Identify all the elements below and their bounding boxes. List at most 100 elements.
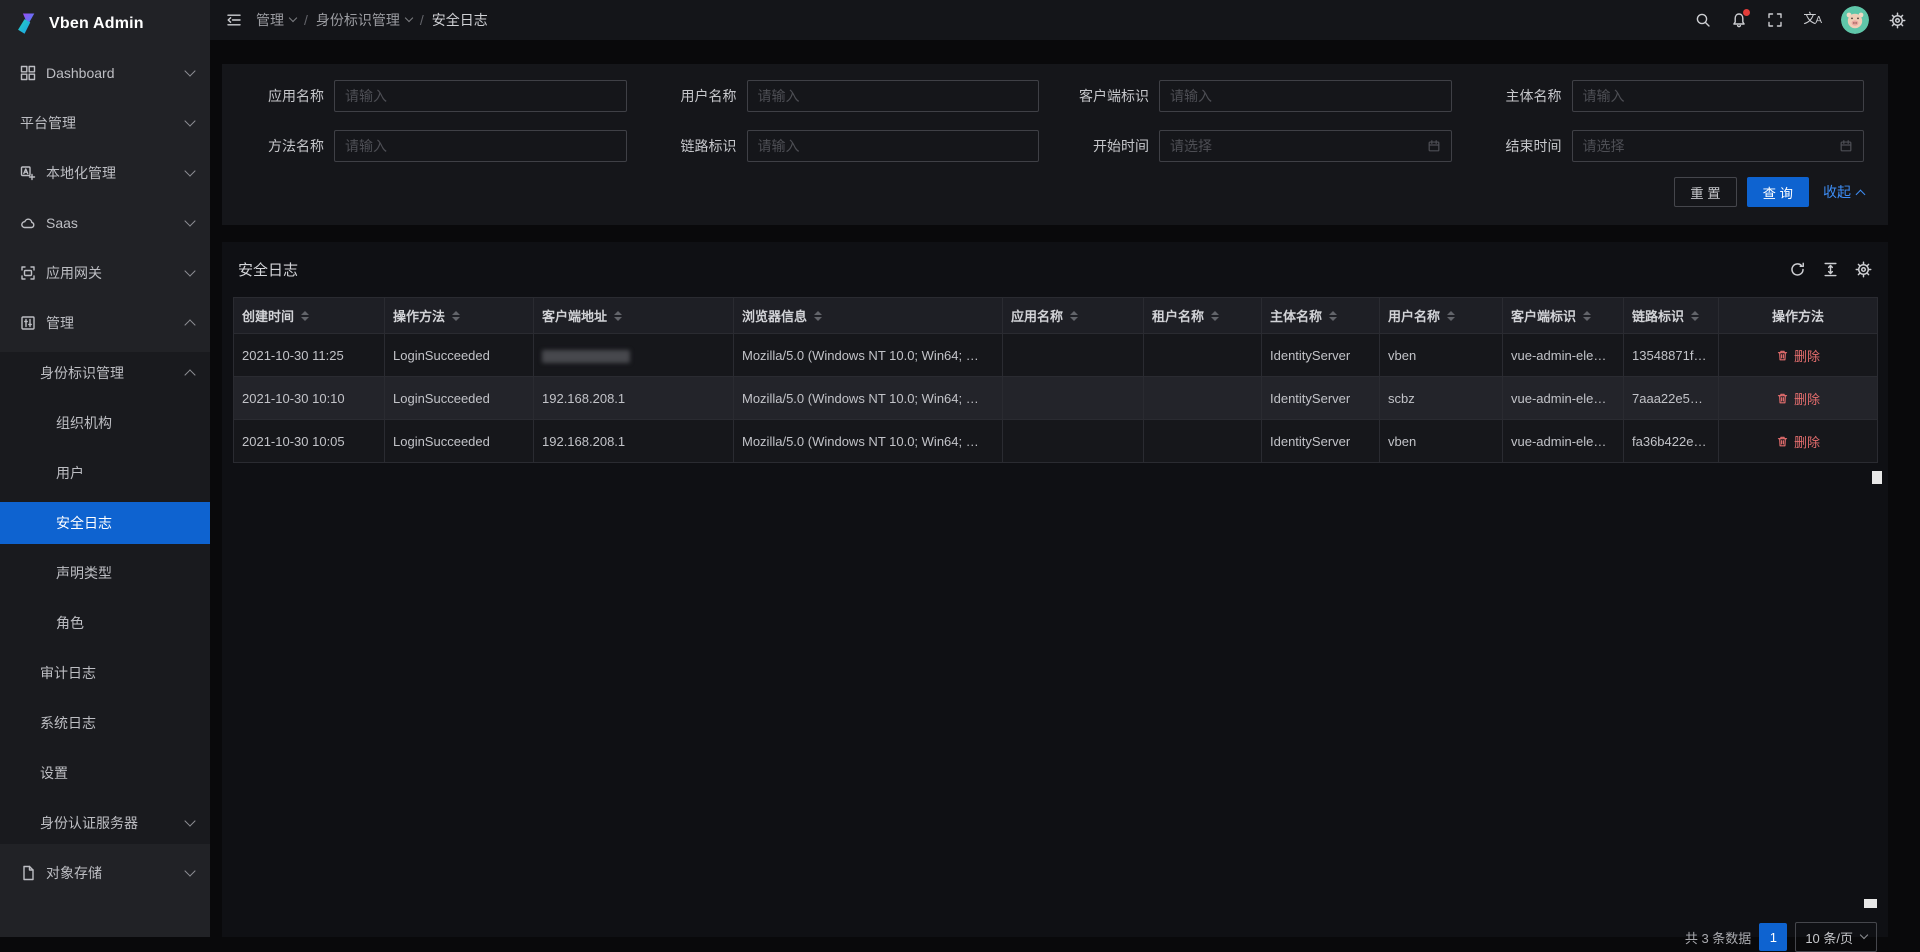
gateway-icon [20, 265, 36, 281]
delete-icon [1776, 435, 1789, 448]
delete-button[interactable]: 删除 [1776, 346, 1820, 365]
table-cell [1003, 377, 1144, 420]
sidebar-item[interactable]: 身份标识管理 [0, 352, 210, 394]
sidebar-item-label: 身份认证服务器 [40, 813, 138, 833]
notification-bell-icon[interactable] [1731, 12, 1747, 28]
page-size-select[interactable]: 10 条/页 [1795, 922, 1877, 952]
pagination-page-1[interactable]: 1 [1759, 923, 1787, 951]
sidebar-item-label: 系统日志 [40, 713, 96, 733]
breadcrumb-item[interactable]: 管理 [256, 10, 296, 30]
column-header-inner[interactable]: 用户名称 [1388, 306, 1455, 325]
date-picker-input[interactable]: 请选择 [1159, 130, 1452, 162]
sidebar-item-label: Dashboard [46, 65, 115, 81]
sort-icon[interactable] [614, 311, 622, 321]
sort-icon[interactable] [1211, 311, 1219, 321]
horizontal-scrollbar-thumb[interactable] [1864, 899, 1877, 908]
column-header-inner[interactable]: 客户端标识 [1511, 306, 1591, 325]
date-picker-input[interactable]: 请选择 [1572, 130, 1865, 162]
breadcrumb-item[interactable]: 身份标识管理 [316, 10, 412, 30]
sidebar-item[interactable]: 设置 [0, 752, 210, 794]
field-label: 结束时间 [1476, 136, 1562, 156]
breadcrumb: 管理/身份标识管理/安全日志 [256, 10, 488, 30]
column-header-inner[interactable]: 操作方法 [393, 306, 460, 325]
sidebar-item[interactable]: 审计日志 [0, 652, 210, 694]
search-button[interactable]: 查 询 [1747, 177, 1809, 207]
text-input[interactable]: 请输入 [747, 80, 1040, 112]
delete-button[interactable]: 删除 [1776, 389, 1820, 408]
sidebar-item[interactable]: 应用网关 [0, 252, 210, 294]
sidebar-item[interactable]: 安全日志 [0, 502, 210, 544]
saas-icon [20, 215, 36, 231]
sort-icon[interactable] [1583, 311, 1591, 321]
table-cell: vben [1380, 334, 1503, 377]
sidebar-item[interactable]: 平台管理 [0, 102, 210, 144]
table-cell [1003, 334, 1144, 377]
text-input[interactable]: 请输入 [1572, 80, 1865, 112]
sidebar-item[interactable]: 声明类型 [0, 552, 210, 594]
sort-icon[interactable] [1070, 311, 1078, 321]
refresh-icon[interactable] [1789, 261, 1806, 278]
sidebar-item-label: 审计日志 [40, 663, 96, 683]
column-header: 操作方法 [1719, 298, 1878, 334]
table-vertical-scrollbar-thumb[interactable] [1872, 471, 1882, 484]
sidebar-item[interactable]: 对象存储 [0, 852, 210, 894]
column-header-inner[interactable]: 创建时间 [242, 306, 309, 325]
column-header-inner[interactable]: 租户名称 [1152, 306, 1219, 325]
column-header-inner[interactable]: 链路标识 [1632, 306, 1699, 325]
logo[interactable]: Vben Admin [0, 0, 210, 48]
column-settings-icon[interactable] [1855, 261, 1872, 278]
text-input[interactable]: 请输入 [334, 130, 627, 162]
sort-icon[interactable] [814, 311, 822, 321]
text-input[interactable]: 请输入 [1159, 80, 1452, 112]
menu-fold-icon[interactable] [226, 12, 242, 28]
sidebar-item-label: 应用网关 [46, 263, 102, 283]
translate-icon[interactable]: 文A [1803, 11, 1821, 29]
pagination-total: 共 3 条数据 [1685, 928, 1751, 947]
form-field: 链路标识请输入 [651, 130, 1040, 162]
column-header-inner[interactable]: 浏览器信息 [742, 306, 822, 325]
table-cell [1144, 377, 1262, 420]
column-header-label: 租户名称 [1152, 306, 1204, 325]
sort-icon[interactable] [1447, 311, 1455, 321]
sort-icon[interactable] [301, 311, 309, 321]
table-cell: IdentityServer [1262, 334, 1380, 377]
avatar[interactable] [1841, 6, 1869, 34]
sidebar-item[interactable]: 组织机构 [0, 402, 210, 444]
delete-icon [1776, 392, 1789, 405]
column-header: 创建时间 [234, 298, 385, 334]
breadcrumb-separator: / [420, 12, 424, 28]
collapse-link[interactable]: 收起 [1823, 182, 1864, 202]
chevron-up-icon [184, 369, 195, 380]
sidebar-item[interactable]: 本地化管理 [0, 152, 210, 194]
settings-gear-icon[interactable] [1889, 12, 1906, 29]
breadcrumb-item[interactable]: 安全日志 [432, 10, 488, 30]
text-input[interactable]: 请输入 [334, 80, 627, 112]
sort-icon[interactable] [1691, 311, 1699, 321]
fullscreen-icon[interactable] [1767, 12, 1783, 28]
column-header-inner[interactable]: 客户端地址 [542, 306, 622, 325]
table-cell: IdentityServer [1262, 377, 1380, 420]
sort-icon[interactable] [1329, 311, 1337, 321]
input-placeholder: 请输入 [758, 86, 800, 106]
text-input[interactable]: 请输入 [747, 130, 1040, 162]
sidebar-item[interactable]: 管理 [0, 302, 210, 344]
sidebar-item[interactable]: 身份认证服务器 [0, 802, 210, 844]
table-cell: LoginSucceeded [385, 420, 534, 463]
sidebar-item[interactable]: 用户 [0, 452, 210, 494]
row-height-icon[interactable] [1822, 261, 1839, 278]
sidebar-item[interactable]: 角色 [0, 602, 210, 644]
reset-button[interactable]: 重 置 [1674, 177, 1736, 207]
delete-button[interactable]: 删除 [1776, 432, 1820, 451]
column-header-inner[interactable]: 应用名称 [1011, 306, 1078, 325]
sidebar-item[interactable]: Dashboard [0, 52, 210, 94]
sidebar-item-label: 角色 [56, 613, 84, 633]
sidebar-item[interactable]: 系统日志 [0, 702, 210, 744]
table-title: 安全日志 [238, 259, 298, 280]
sidebar-item[interactable]: Saas [0, 202, 210, 244]
sidebar-item-label: 组织机构 [56, 413, 112, 433]
sort-icon[interactable] [452, 311, 460, 321]
column-header-inner[interactable]: 主体名称 [1270, 306, 1337, 325]
table-cell: Mozilla/5.0 (Windows NT 10.0; Win64; … [734, 377, 1003, 420]
search-icon[interactable] [1695, 12, 1711, 28]
chevron-up-icon [1856, 189, 1866, 199]
